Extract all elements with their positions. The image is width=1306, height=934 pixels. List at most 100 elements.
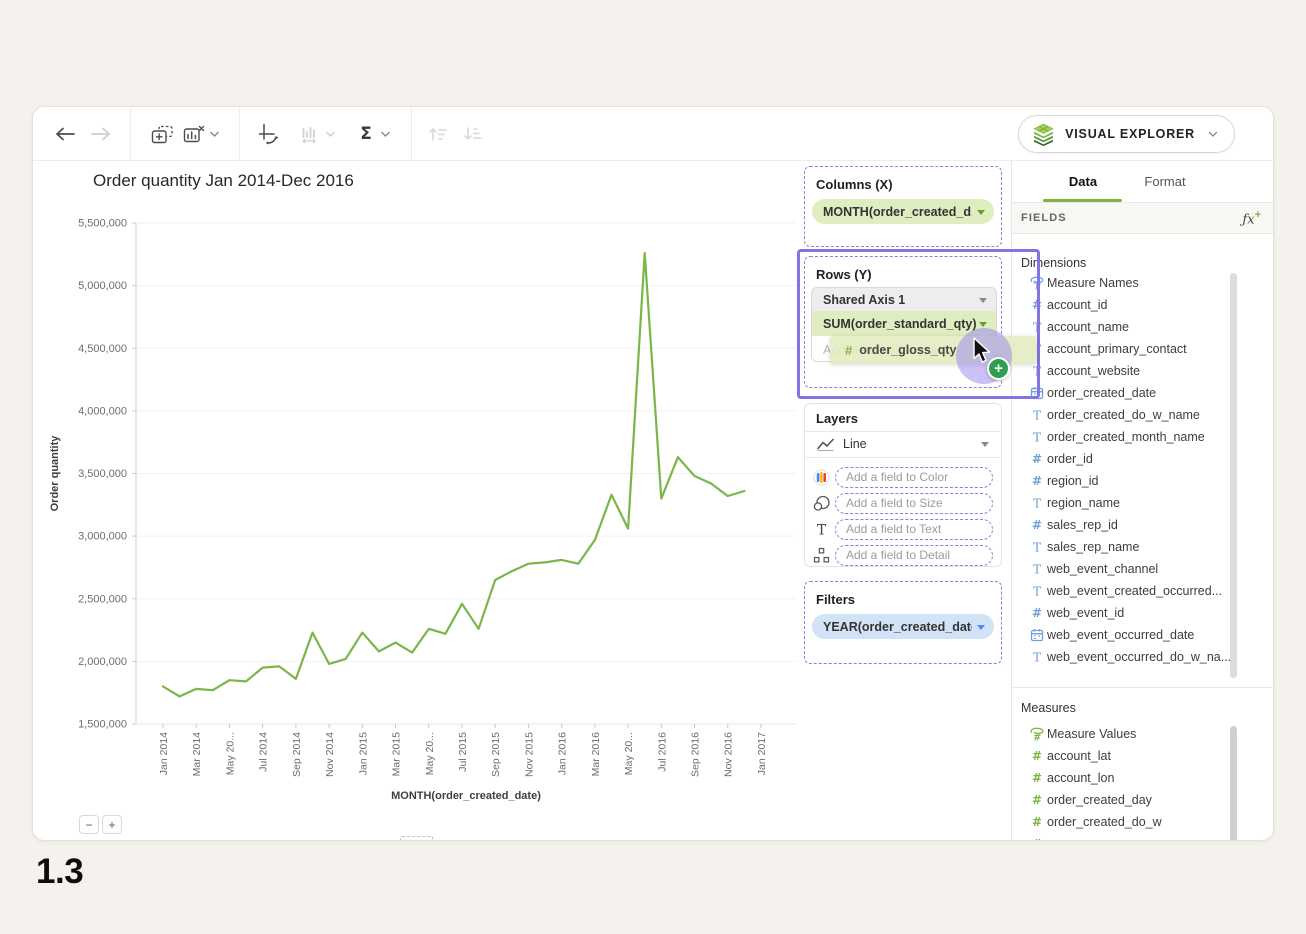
x-tick-label: Jan 2015 [357, 732, 369, 775]
rows-field-pill[interactable]: SUM(order_standard_qty) [812, 311, 996, 336]
svg-text:#: # [1031, 815, 1041, 829]
text-field-icon: T [1028, 408, 1045, 422]
x-tick-label: Jul 2014 [258, 732, 270, 772]
svg-text:#: # [1033, 732, 1041, 742]
add-calculated-field-button[interactable]: ƒx+ [1242, 209, 1261, 227]
svg-text:T: T [1032, 584, 1041, 598]
delete-visual-button[interactable] [180, 120, 208, 148]
field-label: web_event_occurred_date [1047, 628, 1194, 642]
sort-ascending-button[interactable] [424, 120, 452, 148]
aggregate-button[interactable]: Σ [352, 120, 380, 148]
tab-format[interactable]: Format [1124, 161, 1206, 201]
app-window: Σ VISUAL EXPLORER [32, 106, 1274, 841]
swap-axes-button[interactable] [255, 120, 283, 148]
shared-axis-pill[interactable]: Shared Axis 1 [812, 288, 996, 311]
field-label: web_event_id [1047, 606, 1124, 620]
svg-text:T: T [1032, 540, 1041, 554]
divider [805, 457, 1001, 458]
field-label: web_event_created_occurred... [1047, 584, 1222, 598]
duplicate-visual-button[interactable] [148, 120, 176, 148]
set-text-field-icon: T [1028, 276, 1045, 291]
y-tick-label: 5,500,000 [78, 218, 127, 230]
date-field-icon [1028, 628, 1045, 642]
field-label: sales_rep_id [1047, 518, 1118, 532]
x-axis-title: MONTH(order_created_date) [391, 790, 541, 802]
forward-button[interactable] [87, 120, 115, 148]
x-tick-label: Nov 2016 [723, 732, 735, 777]
number-field-icon: # [1028, 749, 1045, 763]
data-line-series [163, 253, 744, 696]
x-tick-label: Mar 2016 [590, 732, 602, 777]
x-tick-label: Nov 2015 [523, 732, 535, 777]
sort-descending-button[interactable] [459, 120, 487, 148]
svg-text:T: T [1033, 281, 1040, 291]
add-field-badge: + [987, 357, 1010, 380]
y-tick-label: 3,000,000 [78, 531, 127, 543]
layer-slot-color: Add a field to Color [805, 464, 1001, 490]
add-field-to-text[interactable]: Add a field to Text [835, 519, 993, 540]
svg-text:#: # [1031, 793, 1041, 807]
x-tick-label: Nov 2014 [324, 732, 336, 777]
measures-scrollbar[interactable] [1230, 726, 1237, 841]
field-label: order_created_day [1047, 793, 1152, 807]
text-field-icon: T [1028, 364, 1045, 378]
field-label: order_created_do_w_name [1047, 408, 1200, 422]
mark-type-select[interactable]: Line [805, 431, 1001, 457]
number-field-icon: # [845, 343, 852, 358]
number-field-icon: # [1028, 452, 1045, 466]
zoom-out-button[interactable]: − [79, 815, 99, 834]
set-number-field-icon: # [1028, 727, 1045, 742]
tab-data[interactable]: Data [1042, 161, 1124, 201]
columns-shelf: Columns (X) MONTH(order_created_d... [804, 166, 1002, 247]
layer-slot-text: TAdd a field to Text [805, 516, 1001, 542]
number-field-icon: # [1028, 837, 1045, 841]
text-field-icon: T [1028, 562, 1045, 576]
delete-visual-caret[interactable] [209, 129, 219, 139]
fields-sidebar: Data Format FIELDS ƒx+ Dimensions TMeasu… [1011, 161, 1274, 841]
dimensions-scrollbar[interactable] [1230, 273, 1237, 678]
delete-visual-icon [183, 125, 205, 144]
forward-arrow-icon [90, 126, 112, 142]
back-arrow-icon [54, 126, 76, 142]
text-field-icon: T [1028, 430, 1045, 444]
add-field-to-size[interactable]: Add a field to Size [835, 493, 993, 514]
number-field-icon: # [1028, 606, 1045, 620]
svg-text:T: T [1032, 650, 1041, 664]
app-switcher-button[interactable]: VISUAL EXPLORER [1018, 115, 1235, 153]
svg-text:#: # [1031, 771, 1041, 785]
text-field-icon: T [1028, 496, 1045, 510]
zoom-in-button[interactable]: + [102, 815, 122, 834]
line-mark-icon [817, 438, 834, 451]
footer-drop-hint[interactable] [400, 836, 433, 841]
svg-text:#: # [1031, 298, 1041, 312]
add-field-to-color[interactable]: Add a field to Color [835, 467, 993, 488]
line-chart[interactable]: 5,500,0005,000,0004,500,0004,000,0003,50… [33, 161, 805, 841]
chart-type-button[interactable] [297, 120, 325, 148]
x-tick-label: Jan 2017 [756, 732, 768, 775]
version-label: 1.3 [36, 852, 83, 892]
visual-explorer-logo-icon [1031, 122, 1056, 147]
number-field-icon: # [1028, 298, 1045, 312]
text-field-icon: T [1028, 650, 1045, 664]
chart-type-caret[interactable] [325, 129, 335, 139]
y-tick-label: 3,500,000 [78, 468, 127, 480]
detail-icon [813, 547, 830, 564]
y-tick-label: 1,500,000 [78, 719, 127, 731]
add-field-to-detail[interactable]: Add a field to Detail [835, 545, 993, 566]
chevron-down-icon [979, 322, 987, 327]
field-label: account_website [1047, 364, 1140, 378]
x-tick-label: Jul 2015 [457, 732, 469, 772]
columns-field-pill[interactable]: MONTH(order_created_d... [812, 199, 994, 224]
svg-text:#: # [1031, 452, 1041, 466]
x-tick-label: May 20... [623, 732, 635, 775]
x-tick-label: Jan 2016 [557, 732, 569, 775]
svg-text:T: T [1032, 408, 1041, 422]
svg-text:T: T [1032, 320, 1041, 334]
svg-text:#: # [1031, 518, 1041, 532]
aggregate-caret[interactable] [380, 129, 390, 139]
filters-field-pill[interactable]: YEAR(order_created_date) [812, 614, 994, 639]
x-tick-label: May 20... [224, 732, 236, 775]
back-button[interactable] [51, 120, 79, 148]
field-label: Measure Names [1047, 276, 1139, 290]
rows-shelf-title: Rows (Y) [816, 267, 872, 282]
